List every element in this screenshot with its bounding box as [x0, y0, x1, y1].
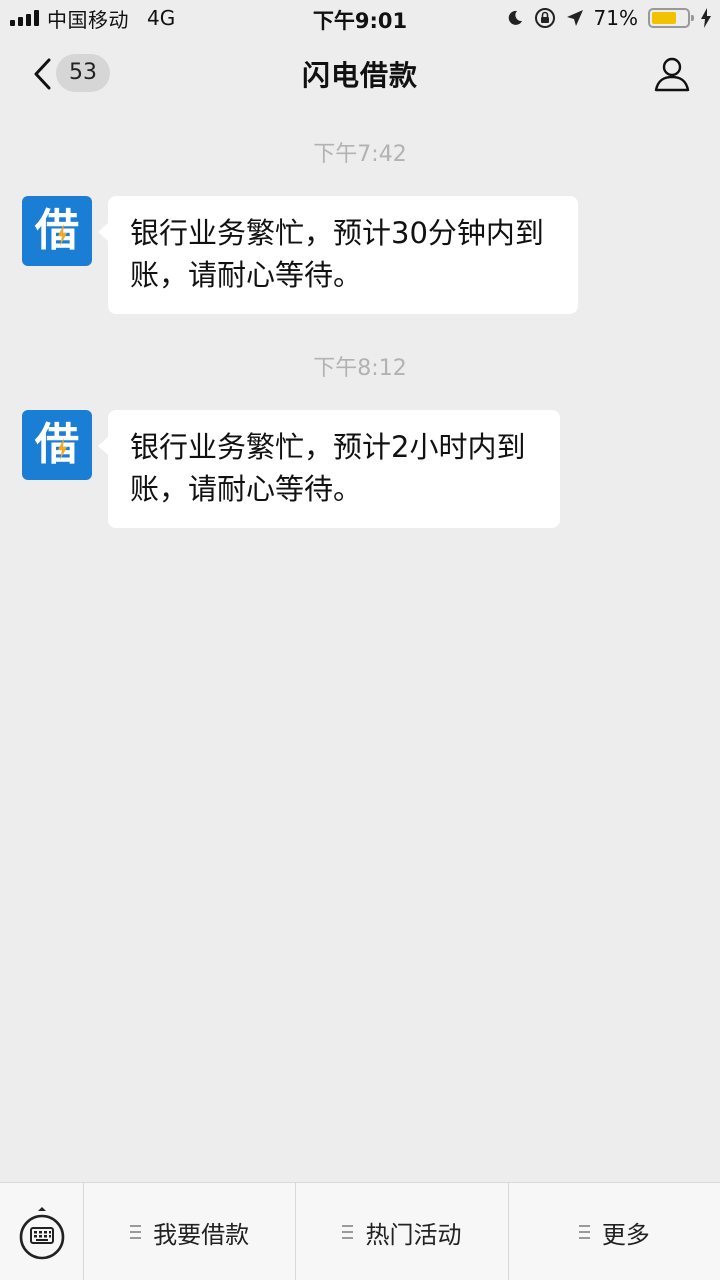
- message-timestamp: 下午7:42: [313, 142, 407, 167]
- bottom-menu-bar: 我要借款 热门活动 更多: [0, 1182, 720, 1280]
- avatar[interactable]: 借: [22, 196, 92, 266]
- menu-item-label: 我要借款: [153, 1220, 250, 1249]
- message-bubble[interactable]: 银行业务繁忙，预计2小时内到 账，请耐心等待。: [98, 410, 560, 528]
- keyboard-icon: [19, 1207, 64, 1260]
- status-bar: 中国移动 4G 下午9:01 71%: [0, 0, 720, 36]
- chat-screen: 中国移动 4G 下午9:01 71% 53 闪电借款 下午7:42 借 银行业务…: [0, 0, 720, 1280]
- menu-item-borrow[interactable]: 我要借款: [84, 1183, 297, 1280]
- lightning-icon: [58, 438, 67, 460]
- message-bubble[interactable]: 银行业务繁忙，预计30分钟内到 账，请耐心等待。: [98, 196, 578, 314]
- message-timestamp: 下午8:12: [313, 356, 407, 381]
- chat-area[interactable]: 下午7:42 借 银行业务繁忙，预计30分钟内到 账，请耐心等待。 下午8:12…: [0, 112, 720, 1182]
- battery-icon: [648, 8, 694, 28]
- message-text-line: 账，请耐心等待。: [130, 258, 363, 292]
- menu-item-label: 热门活动: [365, 1220, 462, 1249]
- person-icon: [654, 57, 690, 92]
- battery-fill: [652, 12, 677, 24]
- avatar[interactable]: 借: [22, 410, 92, 480]
- charging-bolt-icon: [701, 8, 711, 28]
- menu-lines-icon: [578, 1225, 590, 1239]
- location-arrow-icon: [566, 10, 583, 26]
- nav-bar: 53 闪电借款: [0, 36, 720, 112]
- status-right: 71%: [506, 5, 712, 31]
- moon-icon: [508, 10, 522, 25]
- message-text-line: 银行业务繁忙，预计2小时内到: [130, 430, 526, 464]
- profile-button[interactable]: [652, 54, 692, 94]
- menu-item-more[interactable]: 更多: [509, 1183, 720, 1280]
- rotation-lock-icon: [534, 8, 555, 28]
- page-title: 闪电借款: [301, 59, 418, 92]
- battery-percent: 71%: [593, 6, 638, 30]
- message-text-line: 账，请耐心等待。: [130, 472, 363, 506]
- menu-lines-icon: [130, 1225, 142, 1239]
- lightning-icon: [58, 224, 67, 246]
- message-text-line: 银行业务繁忙，预计30分钟内到: [130, 216, 544, 250]
- menu-lines-icon: [342, 1225, 354, 1239]
- menu-item-label: 更多: [601, 1220, 650, 1249]
- menu-item-hot-activities[interactable]: 热门活动: [296, 1183, 509, 1280]
- keyboard-toggle-button[interactable]: [0, 1183, 84, 1280]
